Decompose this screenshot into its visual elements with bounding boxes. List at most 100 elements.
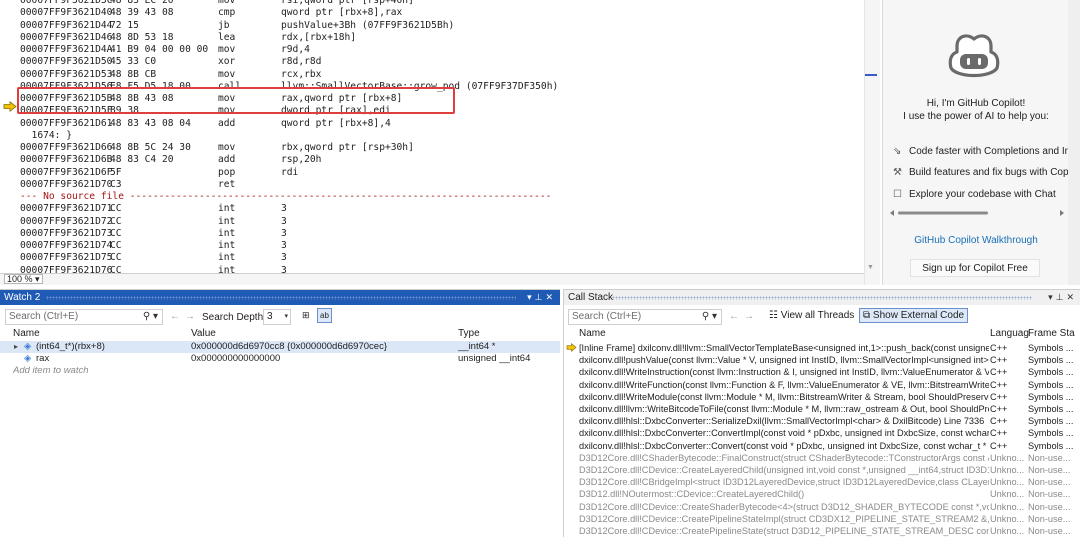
- dropdown-icon[interactable]: ▾: [1048, 292, 1056, 302]
- col-header-name[interactable]: Name: [13, 328, 40, 339]
- disasm-line[interactable]: 00007FF9F3621D53 48 8B CB mov rcx,rbx: [0, 69, 860, 81]
- disasm-line[interactable]: 00007FF9F3621D6F 5F pop rdi: [0, 167, 860, 179]
- operands: llvm::SmallVectorBase::grow_pod (07FF9F3…: [281, 80, 559, 92]
- search-icon: ⚲ ▾: [142, 311, 158, 322]
- disasm-line[interactable]: 00007FF9F3621D71 CC int 3: [0, 203, 860, 215]
- disasm-line[interactable]: 00007FF9F3621D72 CC int 3: [0, 216, 860, 228]
- disassembly-vertical-scrollbar[interactable]: [864, 0, 880, 285]
- call-stack-frame[interactable]: D3D12Core.dll!CBridgeImpl<struct ID3D12L…: [564, 476, 1080, 488]
- frame-status: Symbols ...: [1028, 355, 1074, 366]
- watch-search-input[interactable]: Search (Ctrl+E) ⚲ ▾: [5, 309, 163, 325]
- disasm-line[interactable]: 00007FF9F3621D40 48 39 43 08 cmp qword ptr …: [0, 7, 860, 19]
- callstack-title-bar[interactable]: Call Stack ▾⊥✕: [564, 290, 1080, 305]
- add-watch-row[interactable]: Add item to watch: [0, 365, 560, 377]
- call-stack-frame[interactable]: dxilconv.dll!WriteInstruction(const llvm…: [564, 366, 1080, 378]
- call-stack-frame[interactable]: dxilconv.dll!hlsl::DxbcConverter::Conver…: [564, 440, 1080, 452]
- copilot-feature-completions[interactable]: ⇘ Code faster with Completions and Inl: [893, 146, 1071, 157]
- separator-line[interactable]: --- No source file ---------------------…: [0, 191, 860, 203]
- call-stack-frame[interactable]: dxilconv.dll!hlsl::DxbcConverter::Conver…: [564, 427, 1080, 439]
- call-stack-frame[interactable]: [Inline Frame] dxilconv.dll!llvm::SmallV…: [564, 342, 1080, 354]
- frame-name: D3D12Core.dll!CDevice::CreateShaderBytec…: [579, 501, 989, 512]
- copilot-walkthrough-link[interactable]: GitHub Copilot Walkthrough: [883, 235, 1069, 246]
- call-stack-window: Call Stack ▾⊥✕ Search (Ctrl+E) ⚲ ▾ ← → ☷…: [563, 289, 1080, 537]
- col-header-value[interactable]: Value: [191, 328, 216, 339]
- mnemonic: add: [218, 117, 236, 129]
- frame-status: Symbols ...: [1028, 391, 1074, 402]
- address: 00007FF9F3621D46: [20, 31, 113, 43]
- watch-title-bar[interactable]: Watch 2 ▾⊥✕: [0, 290, 560, 305]
- source-line[interactable]: 1674: }: [0, 130, 860, 142]
- watch-row[interactable]: ◈ rax 0x000000000000000 unsigned __int64: [0, 353, 560, 365]
- pin-icon[interactable]: ⊥: [1056, 292, 1067, 302]
- disasm-line[interactable]: 00007FF9F3621D3C 48 83 EC 20 mov rsi,qword …: [0, 0, 860, 7]
- address: 00007FF9F3621D5F: [20, 105, 113, 117]
- disasm-line[interactable]: 00007FF9F3621D61 48 83 43 08 04 add qword p…: [0, 118, 860, 130]
- call-stack-frame[interactable]: D3D12Core.dll!CShaderBytecode::FinalCons…: [564, 452, 1080, 464]
- watch-type: unsigned __int64: [458, 353, 531, 364]
- call-stack-frame[interactable]: D3D12.dll!NOutermost::CDevice::CreateLay…: [564, 488, 1080, 500]
- call-stack-frame[interactable]: D3D12Core.dll!CDevice::CreateLayeredChil…: [564, 464, 1080, 476]
- expand-arrow-icon[interactable]: ▸: [14, 341, 18, 353]
- view-all-threads-button[interactable]: ☷ View all Threads: [766, 309, 857, 324]
- copilot-horizontal-scrollbar[interactable]: [887, 208, 1067, 218]
- call-stack-frame[interactable]: dxilconv.dll!llvm::WriteBitcodeToFile(co…: [564, 403, 1080, 415]
- call-stack-frame[interactable]: dxilconv.dll!hlsl::DxbcConverter::Serial…: [564, 415, 1080, 427]
- disasm-line[interactable]: 00007FF9F3621D44 72 15 jb pushValue+3Bh (07…: [0, 20, 860, 32]
- pin-to-source-icon[interactable]: ⊞: [302, 310, 310, 321]
- pin-icon[interactable]: ⊥: [535, 292, 546, 302]
- disasm-line[interactable]: 00007FF9F3621D5B 48 8B 43 08 mov rax,qword …: [0, 93, 860, 105]
- hex-display-toggle-icon[interactable]: ab: [317, 308, 332, 323]
- disasm-line[interactable]: 00007FF9F3621D70 C3 ret: [0, 179, 860, 191]
- frame-language: C++: [990, 343, 1008, 353]
- back-arrow-icon[interactable]: ←: [170, 311, 180, 322]
- window-controls[interactable]: ▾⊥✕: [1048, 290, 1077, 305]
- frame-name: dxilconv.dll!WriteModule(const llvm::Mod…: [579, 391, 989, 402]
- call-stack-frame[interactable]: D3D12Core.dll!CDevice::CreateShaderBytec…: [564, 501, 1080, 513]
- call-stack-frame[interactable]: D3D12Core.dll!CDevice::CreatePipelineSta…: [564, 513, 1080, 525]
- forward-arrow-icon[interactable]: →: [744, 311, 754, 322]
- disasm-line[interactable]: 00007FF9F3621D74 CC int 3: [0, 240, 860, 252]
- address: 00007FF9F3621D75: [20, 252, 113, 264]
- dropdown-icon[interactable]: ▾: [527, 292, 535, 302]
- disasm-line[interactable]: 00007FF9F3621D50 45 33 C0 xor r8d,r8d: [0, 56, 860, 68]
- close-icon[interactable]: ✕: [1066, 292, 1077, 302]
- copilot-signup-button[interactable]: Sign up for Copilot Free: [910, 259, 1040, 277]
- disasm-line[interactable]: 00007FF9F3621D66 48 8B 5C 24 30 mov rbx,qwo…: [0, 142, 860, 154]
- window-controls[interactable]: ▾⊥✕: [527, 290, 556, 305]
- disasm-line[interactable]: 00007FF9F3621D73 CC int 3: [0, 228, 860, 240]
- address: 00007FF9F3621D50: [20, 56, 113, 68]
- disassembly-window[interactable]: 00007FF9F3621D3C 48 83 EC 20 mov rsi,qword …: [0, 0, 864, 273]
- copilot-feature-build[interactable]: ⚒ Build features and fix bugs with Copi: [893, 167, 1071, 178]
- forward-arrow-icon[interactable]: →: [185, 311, 195, 322]
- call-stack-frame[interactable]: dxilconv.dll!WriteFunction(const llvm::F…: [564, 379, 1080, 391]
- search-depth-dropdown[interactable]: 3 ▾: [263, 309, 291, 325]
- mnemonic: call: [218, 80, 242, 92]
- col-header-language[interactable]: Languag: [990, 328, 1029, 339]
- disasm-line[interactable]: 00007FF9F3621D4A 41 B9 04 00 00 00 mov r9d,…: [0, 44, 860, 56]
- zoom-level-dropdown[interactable]: 100 % ▾: [4, 274, 43, 284]
- col-header-frame-status[interactable]: Frame Sta: [1028, 328, 1075, 339]
- copilot-feature-chat[interactable]: ☐ Explore your codebase with Chat: [893, 189, 1071, 200]
- disasm-line[interactable]: 00007FF9F3621D76 CC int 3: [0, 265, 860, 274]
- disasm-line[interactable]: 00007FF9F3621D6B 48 83 C4 20 add rsp,20h: [0, 154, 860, 166]
- call-stack-frame[interactable]: dxilconv.dll!pushValue(const llvm::Value…: [564, 354, 1080, 366]
- zoom-level: 100 %: [7, 274, 33, 284]
- show-external-code-button[interactable]: ⧉ Show External Code: [859, 308, 969, 323]
- col-header-name[interactable]: Name: [579, 328, 606, 339]
- operands: dword ptr [rax],edi: [281, 105, 391, 117]
- disasm-line[interactable]: 00007FF9F3621D56 E8 F5 D5 18 00 call llvm::…: [0, 81, 860, 93]
- disasm-line[interactable]: 00007FF9F3621D75 CC int 3: [0, 252, 860, 264]
- col-header-type[interactable]: Type: [458, 328, 480, 339]
- address: 00007FF9F3621D5B: [20, 93, 113, 104]
- close-icon[interactable]: ✕: [545, 292, 556, 302]
- scroll-down-icon[interactable]: ▼: [867, 264, 874, 271]
- call-stack-frame[interactable]: dxilconv.dll!WriteModule(const llvm::Mod…: [564, 391, 1080, 403]
- disasm-line[interactable]: 00007FF9F3621D5F 89 38 mov dword ptr [rax],…: [0, 105, 860, 117]
- frame-name: D3D12Core.dll!CBridgeImpl<struct ID3D12L…: [579, 477, 989, 488]
- call-stack-frame[interactable]: D3D12Core.dll!CDevice::CreatePipelineSta…: [564, 525, 1080, 537]
- callstack-search-input[interactable]: Search (Ctrl+E) ⚲ ▾: [568, 309, 722, 325]
- watch-row[interactable]: ▸ ◈ (int64_t*)(rbx+8) 0x000000d6d6970cc8…: [0, 341, 560, 353]
- copilot-vertical-scrollbar[interactable]: [1068, 0, 1080, 285]
- back-arrow-icon[interactable]: ←: [729, 311, 739, 322]
- disasm-line[interactable]: 00007FF9F3621D46 48 8D 53 18 lea rdx,[rbx+1…: [0, 32, 860, 44]
